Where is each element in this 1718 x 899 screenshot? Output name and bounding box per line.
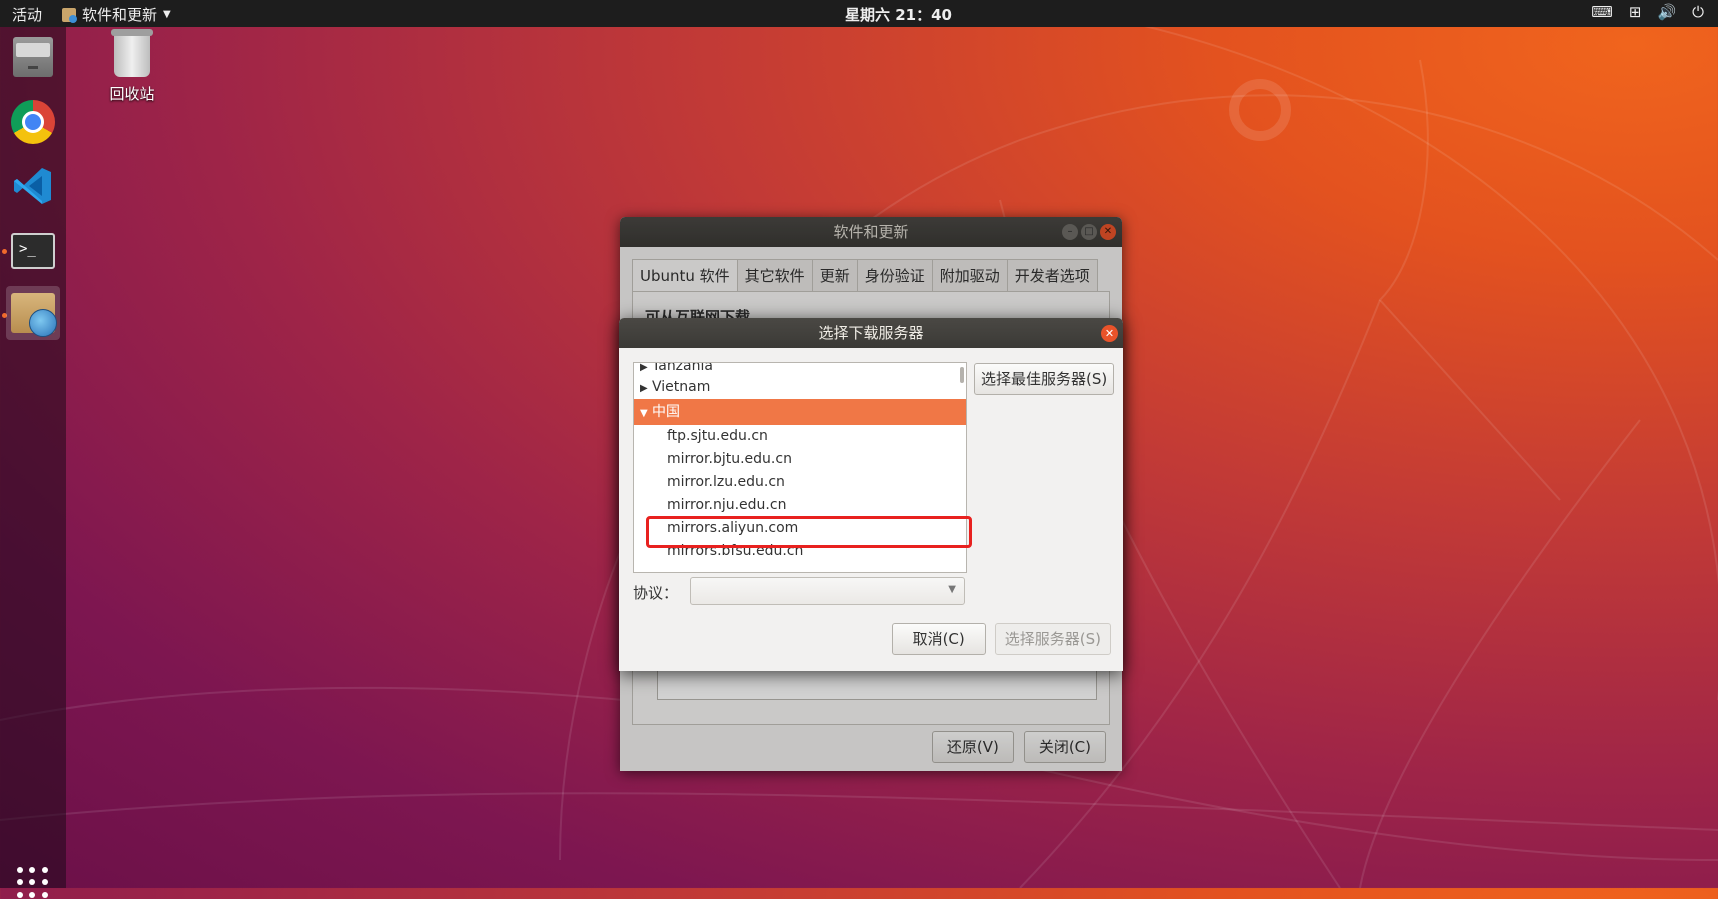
choose-server-dialog: 选择下载服务器 ✕ ▶ Tanzania ▶ Vietnam ▼ 中国 ftp.sjt… (619, 318, 1123, 671)
app-menu[interactable]: 软件和更新 ▼ (62, 4, 171, 25)
tree-row-mirror[interactable]: ftp.sjtu.edu.cn (634, 425, 966, 448)
maximize-icon[interactable]: □ (1081, 224, 1097, 240)
cancel-button[interactable]: 取消(C) (891, 623, 986, 655)
close-icon[interactable]: ✕ (1101, 325, 1118, 342)
dock-files[interactable] (8, 32, 58, 82)
protocol-select[interactable]: ▼ (690, 577, 965, 605)
tab-authentication[interactable]: 身份验证 (856, 259, 932, 293)
dock-chrome[interactable] (8, 97, 58, 147)
dialog-titlebar[interactable]: 选择下载服务器 ✕ (619, 318, 1123, 348)
select-best-server-button[interactable]: 选择最佳服务器(S) (974, 363, 1115, 395)
choose-server-button[interactable]: 选择服务器(S) (994, 623, 1111, 655)
close-button[interactable]: 关闭(C) (1023, 731, 1106, 763)
app-menu-label: 软件和更新 (82, 6, 158, 24)
tab-updates[interactable]: 更新 (811, 259, 857, 293)
tree-row-mirror[interactable]: mirrors.bfsu.edu.cn (634, 540, 966, 563)
minimize-icon[interactable]: – (1062, 224, 1078, 240)
protocol-label: 协议： (633, 584, 679, 602)
tree-row-country[interactable]: ▶ Vietnam (634, 376, 966, 399)
clock[interactable]: 星期六 21：40 (845, 4, 952, 25)
top-bar: 活动 软件和更新 ▼ 星期六 21：40 ⌨ ⊞ 🔊 ⏻ (0, 0, 1718, 27)
chrome-icon (11, 100, 55, 144)
dock: >_ (0, 27, 66, 898)
window-titlebar[interactable]: 软件和更新 – □ ✕ (620, 217, 1122, 247)
expander-down-icon: ▼ (640, 408, 648, 419)
dock-software-properties[interactable] (6, 286, 60, 340)
chevron-down-icon: ▼ (948, 584, 956, 595)
tab-ubuntu-software[interactable]: Ubuntu 软件 (632, 259, 737, 293)
window-title: 软件和更新 (833, 223, 909, 241)
server-tree[interactable]: ▶ Tanzania ▶ Vietnam ▼ 中国 ftp.sjtu.edu.cn m… (633, 362, 967, 573)
show-applications-icon[interactable] (17, 867, 49, 899)
power-icon[interactable]: ⏻ (1692, 3, 1704, 21)
terminal-running-indicator (2, 249, 7, 254)
tree-row-mirror[interactable]: mirror.lzu.edu.cn (634, 471, 966, 494)
tree-scrollbar[interactable] (960, 367, 964, 383)
vscode-icon (14, 168, 51, 204)
tab-other-software[interactable]: 其它软件 (736, 259, 812, 293)
dock-terminal[interactable]: >_ (8, 226, 58, 276)
software-properties-icon (11, 293, 57, 337)
system-tray[interactable]: ⌨ ⊞ 🔊 ⏻ (1591, 3, 1704, 21)
tab-bar: Ubuntu 软件 其它软件 更新 身份验证 附加驱动 开发者选项 (632, 259, 1098, 293)
desktop-trash[interactable]: 回收站 (106, 29, 158, 104)
revert-button[interactable]: 还原(V) (931, 731, 1014, 763)
tree-row-mirror-aliyun[interactable]: mirrors.aliyun.com (634, 517, 966, 540)
tab-additional-drivers[interactable]: 附加驱动 (931, 259, 1007, 293)
software-properties-icon (62, 7, 77, 23)
dialog-title: 选择下载服务器 (818, 324, 924, 342)
network-icon[interactable]: ⊞ (1629, 3, 1642, 21)
dock-vscode[interactable] (8, 161, 58, 211)
tab-developer-options[interactable]: 开发者选项 (1006, 259, 1098, 293)
keyboard-icon[interactable]: ⌨ (1591, 3, 1613, 21)
volume-icon[interactable]: 🔊 (1657, 3, 1676, 21)
tree-row-mirror[interactable]: mirror.nju.edu.cn (634, 494, 966, 517)
trash-icon (111, 29, 153, 77)
terminal-icon: >_ (11, 233, 55, 269)
chevron-down-icon: ▼ (163, 9, 171, 20)
trash-label: 回收站 (109, 85, 155, 103)
activities-button[interactable]: 活动 (12, 4, 42, 25)
tree-row-mirror[interactable]: mirror.bjtu.edu.cn (634, 448, 966, 471)
close-icon[interactable]: ✕ (1100, 224, 1116, 240)
files-icon (13, 37, 53, 77)
tree-row-country-selected[interactable]: ▼ 中国 (634, 399, 966, 425)
expander-right-icon: ▶ (640, 383, 648, 394)
